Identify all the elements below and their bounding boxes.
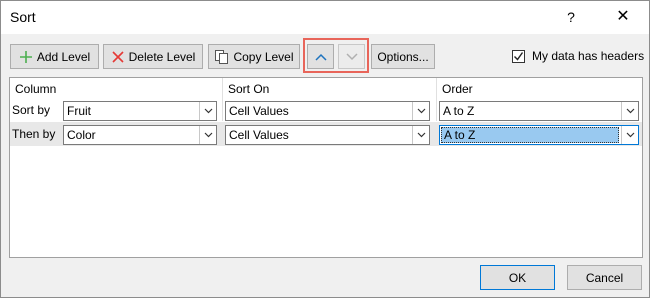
- sort-dialog: Sort ? ✕ Add Level Delete Level Copy Lev…: [0, 0, 650, 298]
- order-value: A to Z: [443, 104, 475, 118]
- chevron-up-icon: [314, 50, 327, 64]
- header-sort-on: Sort On: [228, 82, 270, 96]
- close-button[interactable]: ✕: [607, 5, 639, 29]
- ok-label: OK: [508, 270, 527, 285]
- copy-level-label: Copy Level: [233, 49, 294, 64]
- chevron-down-icon[interactable]: [621, 102, 638, 120]
- sort-on-value: Cell Values: [229, 128, 289, 142]
- chevron-down-icon[interactable]: [412, 126, 429, 144]
- chevron-down-icon[interactable]: [199, 126, 216, 144]
- options-label: Options...: [377, 49, 429, 64]
- delete-level-label: Delete Level: [128, 49, 196, 64]
- x-icon: [111, 50, 125, 64]
- window-title: Sort: [10, 9, 36, 25]
- chevron-down-icon[interactable]: [199, 102, 216, 120]
- add-level-label: Add Level: [36, 49, 91, 64]
- column-select-row2[interactable]: Color: [63, 125, 217, 145]
- header-column: Column: [15, 82, 57, 96]
- column-select-row1[interactable]: Fruit: [63, 101, 217, 121]
- column-value: Fruit: [67, 104, 91, 118]
- sort-levels-grid: Column Sort On Order Sort by Fruit Cell …: [9, 77, 643, 258]
- plus-icon: [19, 50, 33, 64]
- title-bar: Sort ? ✕: [1, 1, 649, 34]
- chevron-down-icon[interactable]: [621, 126, 638, 144]
- checkbox-box[interactable]: [512, 49, 525, 63]
- delete-level-button[interactable]: Delete Level: [103, 44, 203, 69]
- header-order: Order: [442, 82, 473, 96]
- add-level-button[interactable]: Add Level: [10, 44, 99, 69]
- chevron-down-icon: [345, 50, 358, 64]
- order-value: A to Z: [441, 127, 619, 143]
- headers-checkbox-label: My data has headers: [532, 49, 645, 63]
- headers-checkbox[interactable]: My data has headers: [512, 49, 644, 63]
- copy-level-button[interactable]: Copy Level: [208, 44, 300, 69]
- help-button[interactable]: ?: [557, 5, 585, 29]
- move-up-button[interactable]: [307, 44, 334, 69]
- row-label-then-by: Then by: [12, 127, 56, 141]
- move-down-button[interactable]: [338, 44, 365, 69]
- ok-button[interactable]: OK: [480, 265, 555, 290]
- sort-on-value: Cell Values: [229, 104, 289, 118]
- cancel-label: Cancel: [585, 270, 624, 285]
- column-divider: [436, 78, 437, 121]
- column-divider: [222, 78, 223, 121]
- options-button[interactable]: Options...: [371, 44, 435, 69]
- cancel-button[interactable]: Cancel: [567, 265, 642, 290]
- row-label-sort-by: Sort by: [12, 103, 51, 117]
- column-value: Color: [67, 128, 96, 142]
- order-select-row1[interactable]: A to Z: [439, 101, 639, 121]
- copy-icon: [214, 49, 229, 64]
- sort-on-select-row2[interactable]: Cell Values: [225, 125, 430, 145]
- chevron-down-icon[interactable]: [412, 102, 429, 120]
- order-select-row2[interactable]: A to Z: [439, 125, 639, 145]
- sort-on-select-row1[interactable]: Cell Values: [225, 101, 430, 121]
